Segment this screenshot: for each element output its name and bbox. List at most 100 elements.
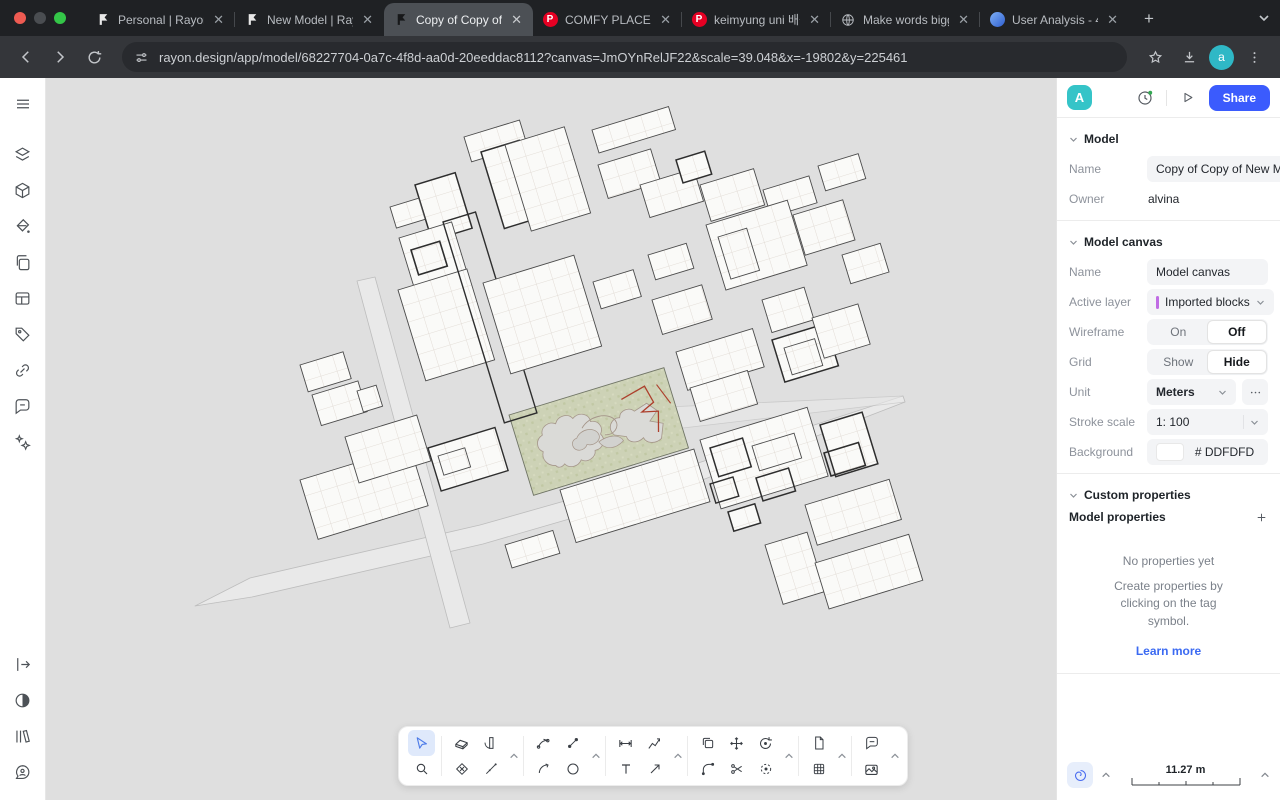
tab-close-icon[interactable]: ✕ bbox=[360, 12, 375, 28]
select-cursor-tool[interactable] bbox=[408, 730, 435, 756]
tab-user-analysis[interactable]: User Analysis - 43 ✕ bbox=[980, 3, 1129, 36]
tab-copy-of-copy-active[interactable]: Copy of Copy of N ✕ bbox=[384, 3, 533, 36]
wall-tool[interactable] bbox=[448, 730, 475, 756]
window-minimize-button[interactable] bbox=[34, 12, 46, 24]
chevron-up-icon[interactable] bbox=[1260, 771, 1270, 779]
add-property-icon[interactable] bbox=[1255, 511, 1268, 524]
page-tool[interactable] bbox=[805, 730, 832, 756]
tab-make-words[interactable]: Make words bigge ✕ bbox=[831, 3, 980, 36]
canvas-name-input[interactable]: Model canvas bbox=[1147, 259, 1268, 285]
image-tool[interactable] bbox=[858, 756, 885, 782]
present-play-icon[interactable] bbox=[1176, 86, 1200, 110]
contrast-icon[interactable] bbox=[7, 684, 39, 716]
chevron-down-icon[interactable] bbox=[1069, 135, 1078, 144]
new-tab-button[interactable]: + bbox=[1135, 5, 1163, 33]
expand-chevron-icon[interactable] bbox=[835, 731, 848, 781]
browser-profile-avatar[interactable]: a bbox=[1209, 45, 1234, 70]
pen-node-tool[interactable] bbox=[530, 730, 557, 756]
comment-tool[interactable] bbox=[858, 730, 885, 756]
browser-menu-kebab-icon[interactable] bbox=[1240, 43, 1268, 71]
back-icon[interactable] bbox=[12, 43, 40, 71]
tab-close-icon[interactable]: ✕ bbox=[658, 12, 673, 28]
learn-more-link[interactable]: Learn more bbox=[1069, 644, 1268, 658]
wireframe-off-option[interactable]: Off bbox=[1208, 321, 1267, 343]
slope-measure-tool[interactable] bbox=[477, 756, 504, 782]
rotate-tool[interactable] bbox=[752, 730, 779, 756]
user-avatar[interactable]: A bbox=[1067, 85, 1092, 110]
window-close-button[interactable] bbox=[14, 12, 26, 24]
tab-close-icon[interactable]: ✕ bbox=[211, 12, 226, 28]
tab-personal-rayon[interactable]: Personal | Rayon ✕ bbox=[86, 3, 235, 36]
expand-chevron-icon[interactable] bbox=[671, 731, 684, 781]
chevron-down-icon[interactable] bbox=[1069, 491, 1078, 500]
link-icon[interactable] bbox=[7, 354, 39, 386]
expand-chevron-icon[interactable] bbox=[589, 731, 602, 781]
tag-icon[interactable] bbox=[7, 318, 39, 350]
tab-close-icon[interactable]: ✕ bbox=[1105, 12, 1120, 28]
grid-hide-option[interactable]: Hide bbox=[1208, 351, 1267, 373]
model-canvas-drawing[interactable] bbox=[46, 78, 1056, 800]
download-icon[interactable] bbox=[1175, 43, 1203, 71]
grid-show-option[interactable]: Show bbox=[1149, 351, 1208, 373]
tab-comfy-place[interactable]: P COMFY PLACE | W ✕ bbox=[533, 3, 682, 36]
unit-select[interactable]: Meters bbox=[1147, 379, 1236, 405]
unit-more-options-icon[interactable] bbox=[1242, 379, 1268, 405]
follow-cursor-icon[interactable] bbox=[1067, 762, 1093, 788]
site-info-icon[interactable] bbox=[134, 50, 149, 65]
active-layer-select[interactable]: Imported blocks bbox=[1147, 289, 1274, 315]
chevron-up-icon[interactable] bbox=[1101, 771, 1111, 779]
paint-icon[interactable] bbox=[7, 210, 39, 242]
export-icon[interactable] bbox=[7, 648, 39, 680]
library-icon[interactable] bbox=[7, 720, 39, 752]
model-name-input[interactable]: Copy of Copy of New M... bbox=[1147, 156, 1280, 182]
tab-close-icon[interactable]: ✕ bbox=[509, 12, 524, 28]
forward-icon[interactable] bbox=[46, 43, 74, 71]
url-bar[interactable]: rayon.design/app/model/68227704-0a7c-4f8… bbox=[122, 42, 1127, 72]
tab-close-icon[interactable]: ✕ bbox=[807, 12, 822, 28]
background-color-input[interactable]: # DDFDFD bbox=[1147, 439, 1268, 465]
dimension-tool[interactable] bbox=[612, 730, 639, 756]
model-canvas-area[interactable] bbox=[46, 78, 1056, 800]
pages-icon[interactable] bbox=[7, 246, 39, 278]
share-button[interactable]: Share bbox=[1209, 85, 1270, 111]
scissors-tool[interactable] bbox=[723, 756, 750, 782]
layers-icon[interactable] bbox=[7, 138, 39, 170]
background-color-swatch[interactable] bbox=[1156, 443, 1184, 461]
expand-chevron-icon[interactable] bbox=[782, 731, 795, 781]
chevron-down-icon[interactable] bbox=[1069, 238, 1078, 247]
window-maximize-button[interactable] bbox=[54, 12, 66, 24]
grid-table-tool[interactable] bbox=[805, 756, 832, 782]
offset-tool[interactable] bbox=[752, 756, 779, 782]
hatch-region-tool[interactable] bbox=[448, 756, 475, 782]
reload-icon[interactable] bbox=[80, 43, 108, 71]
tab-keimyung[interactable]: P keimyung uni 배움 ✕ bbox=[682, 3, 831, 36]
table-icon[interactable] bbox=[7, 282, 39, 314]
arrow-tool[interactable] bbox=[641, 756, 668, 782]
segment-tool[interactable] bbox=[559, 730, 586, 756]
polyline-leader-tool[interactable] bbox=[641, 730, 668, 756]
window-controls[interactable] bbox=[14, 12, 66, 24]
fillet-tool[interactable] bbox=[694, 756, 721, 782]
tab-close-icon[interactable]: ✕ bbox=[956, 12, 971, 28]
wireframe-on-option[interactable]: On bbox=[1149, 321, 1208, 343]
help-chat-icon[interactable] bbox=[7, 756, 39, 788]
expand-chevron-icon[interactable] bbox=[888, 731, 901, 781]
tab-search-chevron-icon[interactable] bbox=[1252, 6, 1276, 30]
version-history-icon[interactable] bbox=[1133, 86, 1157, 110]
duplicate-tool[interactable] bbox=[694, 730, 721, 756]
expand-chevron-icon[interactable] bbox=[507, 731, 520, 781]
bookmark-star-icon[interactable] bbox=[1141, 43, 1169, 71]
door-tool[interactable] bbox=[477, 730, 504, 756]
move-tool[interactable] bbox=[723, 730, 750, 756]
cube-icon[interactable] bbox=[7, 174, 39, 206]
arc-tool[interactable] bbox=[530, 756, 557, 782]
url-text[interactable]: rayon.design/app/model/68227704-0a7c-4f8… bbox=[159, 50, 1123, 65]
sparkles-icon[interactable] bbox=[7, 426, 39, 458]
zoom-search-tool[interactable] bbox=[408, 756, 435, 782]
tab-new-model-rayon[interactable]: New Model | Rayon ✕ bbox=[235, 3, 384, 36]
menu-icon[interactable] bbox=[7, 88, 39, 120]
stroke-scale-select[interactable]: 1: 100 bbox=[1147, 409, 1268, 435]
circle-tool[interactable] bbox=[559, 756, 586, 782]
text-tool[interactable] bbox=[612, 756, 639, 782]
comment-icon[interactable] bbox=[7, 390, 39, 422]
